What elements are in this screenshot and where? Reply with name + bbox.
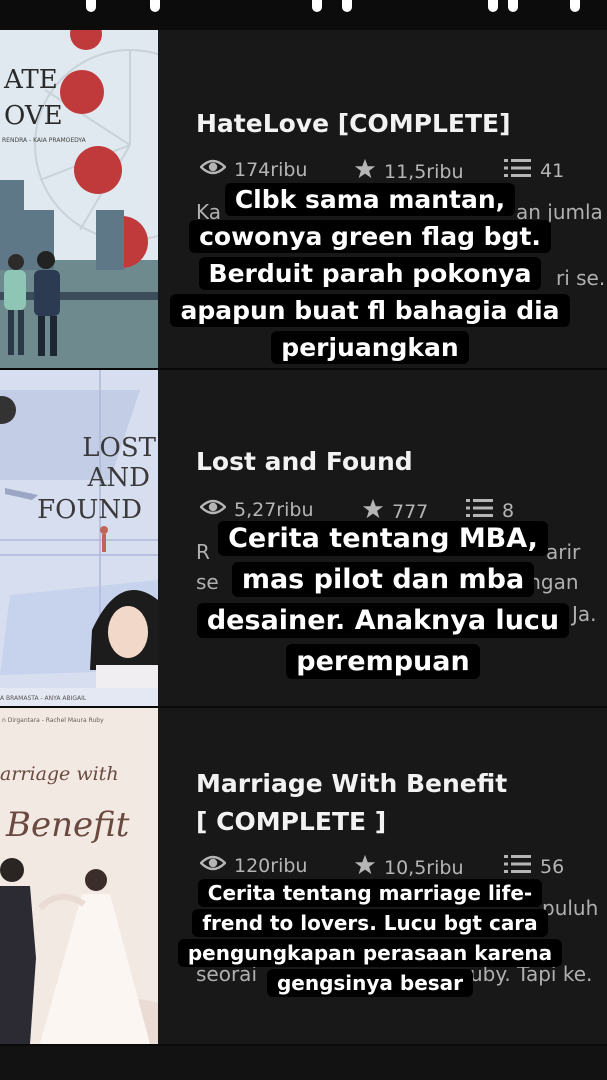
svg-text:n Dirgantara - Rachel Maura Ru: n Dirgantara - Rachel Maura Ruby	[2, 717, 104, 724]
svg-text:Benefit: Benefit	[5, 805, 130, 845]
parts-count: 41	[540, 159, 565, 182]
votes-stat: 10,5ribu	[354, 854, 464, 881]
svg-text:RENDRA - KAIA PRAMOEDYA: RENDRA - KAIA PRAMOEDYA	[2, 137, 87, 144]
eye-icon	[199, 854, 227, 877]
parts-stat: 56	[504, 854, 564, 879]
book-cover[interactable]: LOST AND FOUND A BRAMASTA - ANYA ABIGAIL	[0, 370, 158, 706]
svg-text:LOST: LOST	[82, 433, 156, 463]
svg-text:arriage with: arriage with	[0, 763, 119, 785]
eye-icon	[199, 158, 227, 181]
svg-text:ATE: ATE	[3, 65, 58, 95]
svg-text:OVE: OVE	[4, 101, 63, 131]
views-count: 120ribu	[234, 854, 308, 877]
svg-text:AND: AND	[87, 463, 150, 493]
top-strip	[0, 0, 607, 30]
book-cover[interactable]: n Dirgantara - Rachel Maura Ruby arriage…	[0, 708, 158, 1044]
book-cover[interactable]: ATE OVE RENDRA - KAIA PRAMOEDYA	[0, 30, 158, 368]
votes-count: 11,5ribu	[384, 160, 464, 183]
views-count: 174ribu	[234, 158, 308, 181]
star-icon	[354, 854, 376, 881]
parts-stat: 41	[504, 158, 564, 183]
parts-count: 56	[540, 855, 565, 878]
book-stats: 120ribu 10,5ribu 56	[196, 854, 607, 880]
svg-text:FOUND: FOUND	[37, 495, 142, 525]
views-stat: 120ribu	[199, 854, 308, 877]
book-title[interactable]: HateLove [COMPLETE]	[196, 105, 511, 143]
book-title[interactable]: Lost and Found	[196, 443, 413, 481]
caption-hatelove: Clbk sama mantan, cowonya green flag bgt…	[168, 181, 572, 366]
caption-marriage-with-benefit: Cerita tentang marriage life- frend to l…	[170, 878, 570, 998]
list-icon	[504, 158, 532, 183]
views-stat: 174ribu	[199, 158, 308, 181]
book-title[interactable]: Marriage With Benefit	[196, 765, 507, 803]
list-icon	[504, 854, 532, 879]
book-title-status: [ COMPLETE ]	[196, 807, 387, 836]
svg-text:A BRAMASTA - ANYA ABIGAIL: A BRAMASTA - ANYA ABIGAIL	[0, 695, 87, 702]
votes-count: 10,5ribu	[384, 856, 464, 879]
caption-lost-and-found: Cerita tentang MBA, mas pilot dan mba de…	[188, 518, 578, 682]
